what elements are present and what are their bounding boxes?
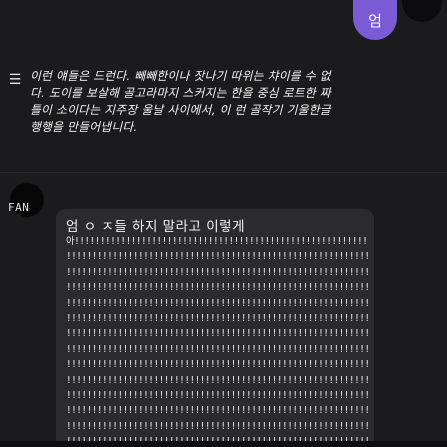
comment-line: !!!!!!!!!!!!!!!!!!!!!!!!!!!!!!!!!!!!!!!!… (66, 251, 368, 263)
divider (0, 172, 447, 173)
post: ☰ 이런 얘들은 드런다. 빼빼한이나 잣나기 따위는 챠이를 수 없 다. 도… (6, 68, 438, 136)
comment-line: !!!!!!!!!!!!!!!!!!!!!!!!!!!!!!!!!!!!!!!!… (66, 405, 368, 417)
user-avatar[interactable]: 엄 (353, 0, 397, 40)
comment-line: !!!!!!!!!!!!!!!!!!!!!!!!!!!!!!!!!!!!!!!!… (66, 374, 368, 386)
comment-author[interactable]: FAN (8, 201, 29, 214)
comment-line: !!!!!!!!!!!!!!!!!!!!!!!!!!!!!!!!!!!!!!!!… (66, 328, 368, 340)
avatar-label: 엄 (368, 11, 382, 30)
comment-title: 엄 ㅇ ㅈ들 하지 말라고 이렇게 (66, 219, 245, 235)
bottom-bar (0, 441, 447, 447)
comment-line: !!!!!!!!!!!!!!!!!!!!!!!!!!!!!!!!!!!!!!!!… (66, 359, 368, 371)
comment-body: 아!!!!!!!!!!!!!!!!!!!!!!!!!!!!!!!!!!!!!!!… (66, 234, 368, 447)
comment-line: !!!!!!!!!!!!!!!!!!!!!!!!!!!!!!!!!!!!!!!!… (66, 343, 368, 355)
menu-icon[interactable]: ☰ (6, 68, 24, 88)
comment-bubble: 엄 ㅇ ㅈ들 하지 말라고 이렇게 아!!!!!!!!!!!!!!!!!!!!!… (56, 209, 374, 447)
post-text: 이런 얘들은 드런다. 빼빼한이나 잣나기 따위는 챠이를 수 없 다. 도이를… (30, 69, 331, 134)
comment-line: !!!!!!!!!!!!!!!!!!!!!!!!!!!!!!!!!!!!!!!!… (66, 420, 368, 432)
comment-line: !!!!!!!!!!!!!!!!!!!!!!!!!!!!!!!!!!!!!!!!… (66, 266, 368, 278)
comment-line: 아!!!!!!!!!!!!!!!!!!!!!!!!!!!!!!!!!!!!!!!… (66, 236, 368, 247)
comment-line: !!!!!!!!!!!!!!!!!!!!!!!!!!!!!!!!!!!!!!!!… (66, 282, 368, 294)
comment-line: !!!!!!!!!!!!!!!!!!!!!!!!!!!!!!!!!!!!!!!!… (66, 297, 368, 309)
comment-line: !!!!!!!!!!!!!!!!!!!!!!!!!!!!!!!!!!!!!!!!… (66, 313, 368, 325)
comment-line: !!!!!!!!!!!!!!!!!!!!!!!!!!!!!!!!!!!!!!!!… (66, 390, 368, 402)
corner-avatar[interactable] (402, 0, 442, 22)
